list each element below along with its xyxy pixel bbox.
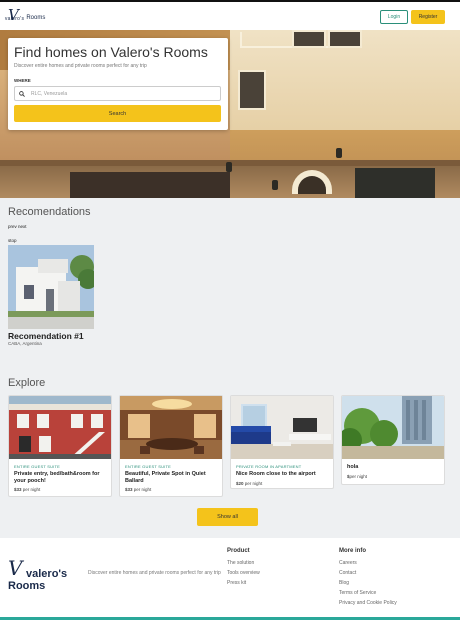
footer-link-contact[interactable]: Contact	[339, 570, 356, 576]
hero-lamp	[336, 148, 342, 158]
footer-logo[interactable]: V valero's Rooms	[8, 556, 67, 592]
footer-logo-mark: V	[8, 556, 23, 580]
recommendation-photo	[8, 245, 94, 329]
footer-link-terms[interactable]: Terms of Service	[339, 590, 376, 596]
footer-link-press[interactable]: Press kit	[227, 580, 246, 586]
footer-tagline: Discover entire homes and private rooms …	[88, 570, 221, 576]
stop-control[interactable]: stop	[8, 238, 17, 243]
footer-product-title: Product	[227, 548, 250, 554]
listing-title: Beautiful, Private Spot in Quiet Ballard	[125, 471, 206, 484]
listing-price: $20 per night	[236, 481, 328, 486]
listing-type: Entire guest suite	[14, 464, 60, 469]
listing-type: Entire guest suite	[125, 464, 171, 469]
footer-link-careers[interactable]: Careers	[339, 560, 357, 566]
prev-next-controls[interactable]: prev next	[8, 224, 27, 229]
listing-image	[342, 396, 444, 459]
listing-title: hola	[347, 464, 359, 470]
hero-garage-door	[70, 172, 230, 198]
footer-more-title: More info	[339, 548, 366, 554]
hero-lamp	[226, 162, 232, 172]
recommendation-location: CABA, Argentina	[8, 341, 42, 346]
search-button[interactable]: Search	[14, 105, 221, 122]
register-button[interactable]: Register	[411, 10, 445, 24]
brand-logo[interactable]: V valero's Rooms	[4, 8, 46, 23]
listing-card[interactable]: Entire guest suite Beautiful, Private Sp…	[119, 395, 223, 497]
listing-card[interactable]: hola $per night	[341, 395, 445, 485]
footer-link-privacy[interactable]: Privacy and Cookie Policy	[339, 600, 397, 606]
search-placeholder: RLC, Venezuela	[31, 90, 68, 97]
hero-window	[238, 70, 266, 110]
footer-logo-line1: valero's	[26, 568, 68, 580]
listing-price-unit: per night	[133, 487, 152, 492]
top-nav: V valero's Rooms Login Register	[0, 0, 460, 30]
listing-price-unit: per night	[244, 480, 263, 486]
show-all-button[interactable]: Show all	[197, 508, 258, 526]
recommendation-image[interactable]	[8, 245, 94, 329]
listing-type: Private room in apartment	[236, 464, 302, 469]
listing-image	[120, 396, 222, 459]
logo-small-text: valero's	[4, 16, 25, 22]
listing-price: $33 per night	[125, 487, 217, 492]
listing-price-unit: per night	[349, 473, 368, 479]
hero-title: Find homes on Valero's Rooms	[14, 44, 208, 60]
listing-card[interactable]: Private room in apartment Nice Room clos…	[230, 395, 334, 489]
recommendations-heading: Recomendations	[8, 206, 91, 218]
listing-price-amount: $33	[125, 487, 133, 492]
where-label: WHERE	[14, 78, 31, 83]
listing-title: Nice Room close to the airport	[236, 471, 316, 477]
footer-link-tools[interactable]: Tools overview	[227, 570, 260, 576]
search-card: Find homes on Valero's Rooms Discover en…	[8, 38, 228, 130]
listing-price-unit: per night	[22, 487, 41, 492]
hero-subtitle: Discover entire homes and private rooms …	[14, 63, 147, 69]
listing-price: $33 per night	[14, 487, 106, 492]
explore-heading: Explore	[8, 377, 46, 389]
search-input[interactable]: RLC, Venezuela	[14, 86, 221, 101]
listing-image	[9, 396, 111, 459]
hero-garage-door	[355, 168, 435, 198]
footer-link-blog[interactable]: Blog	[339, 580, 349, 586]
recommendation-title[interactable]: Recomendation #1	[8, 331, 84, 341]
login-button[interactable]: Login	[380, 10, 408, 24]
footer: V valero's Rooms Discover entire homes a…	[0, 538, 460, 620]
listing-price: $per night	[347, 474, 439, 479]
listing-price-amount: $33	[14, 487, 22, 492]
logo-text: Rooms	[26, 15, 46, 21]
footer-link-solution[interactable]: The solution	[227, 560, 254, 566]
footer-logo-line2: Rooms	[8, 580, 46, 592]
listing-price-amount: $20	[236, 480, 244, 486]
search-icon	[19, 90, 25, 97]
listing-title: Private entry, bed/bath&room for your po…	[14, 471, 100, 484]
hero-window	[328, 30, 362, 48]
hero-window	[292, 30, 326, 48]
listing-card[interactable]: Entire guest suite Private entry, bed/ba…	[8, 395, 112, 497]
hero-lamp	[272, 180, 278, 190]
listing-image	[231, 396, 333, 459]
